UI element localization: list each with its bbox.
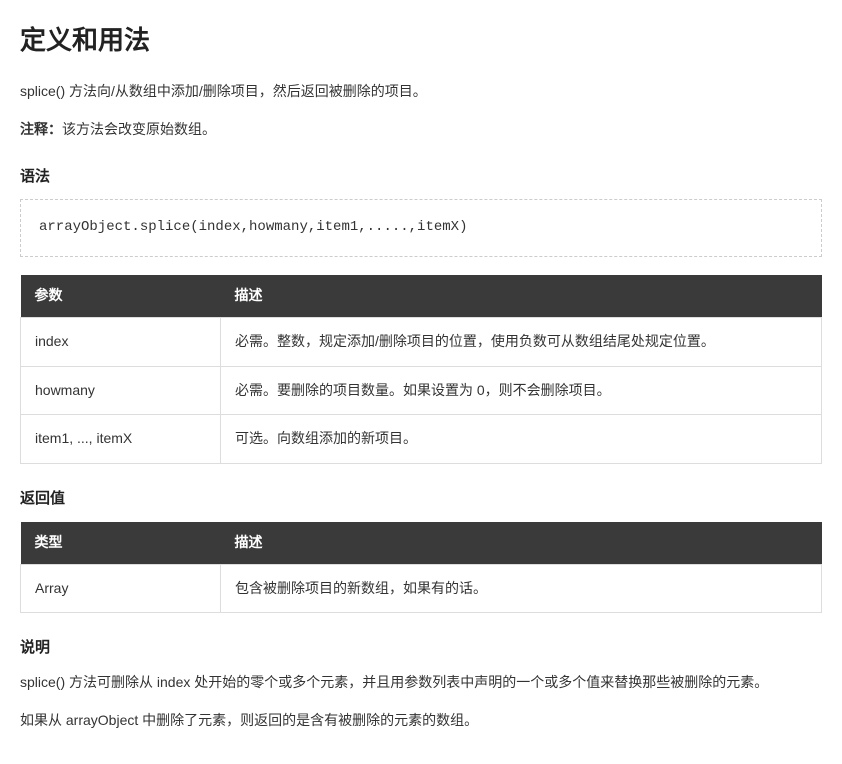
param-name: item1, ..., itemX [21, 415, 221, 464]
explain-paragraph-2: 如果从 arrayObject 中删除了元素，则返回的是含有被删除的元素的数组。 [20, 709, 822, 733]
param-desc: 必需。整数，规定添加/删除项目的位置，使用负数可从数组结尾处规定位置。 [221, 317, 822, 366]
table-row: howmany 必需。要删除的项目数量。如果设置为 0，则不会删除项目。 [21, 366, 822, 415]
param-desc: 可选。向数组添加的新项目。 [221, 415, 822, 464]
intro-text: splice() 方法向/从数组中添加/删除项目，然后返回被删除的项目。 [20, 80, 822, 104]
explain-paragraph-1: splice() 方法可删除从 index 处开始的零个或多个元素，并且用参数列… [20, 671, 822, 695]
note-text: 该方法会改变原始数组。 [62, 121, 216, 137]
syntax-heading: 语法 [20, 164, 822, 190]
table-row: Array 包含被删除项目的新数组，如果有的话。 [21, 564, 822, 613]
return-desc: 包含被删除项目的新数组，如果有的话。 [221, 564, 822, 613]
return-header-desc: 描述 [221, 522, 822, 564]
return-heading: 返回值 [20, 486, 822, 512]
page-title: 定义和用法 [20, 18, 822, 62]
param-name: index [21, 317, 221, 366]
note-label: 注释： [20, 121, 62, 137]
table-row: index 必需。整数，规定添加/删除项目的位置，使用负数可从数组结尾处规定位置… [21, 317, 822, 366]
note: 注释：该方法会改变原始数组。 [20, 118, 822, 142]
return-type: Array [21, 564, 221, 613]
return-header-type: 类型 [21, 522, 221, 564]
explain-heading: 说明 [20, 635, 822, 661]
syntax-code-block: arrayObject.splice(index,howmany,item1,.… [20, 199, 822, 257]
table-row: item1, ..., itemX 可选。向数组添加的新项目。 [21, 415, 822, 464]
params-header-desc: 描述 [221, 275, 822, 317]
return-table: 类型 描述 Array 包含被删除项目的新数组，如果有的话。 [20, 522, 822, 614]
params-table: 参数 描述 index 必需。整数，规定添加/删除项目的位置，使用负数可从数组结… [20, 275, 822, 464]
param-desc: 必需。要删除的项目数量。如果设置为 0，则不会删除项目。 [221, 366, 822, 415]
param-name: howmany [21, 366, 221, 415]
params-header-name: 参数 [21, 275, 221, 317]
